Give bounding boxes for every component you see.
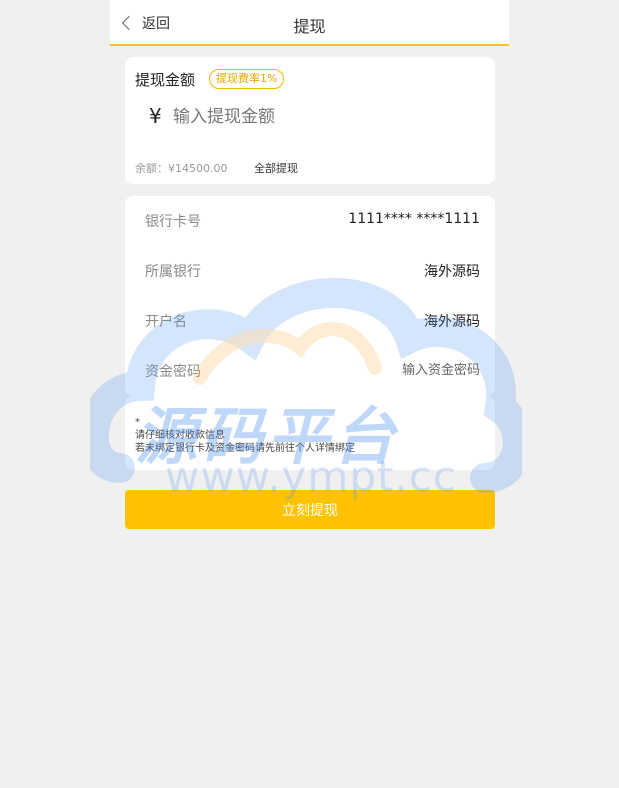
- fund-password-input[interactable]: [280, 358, 480, 382]
- bank-name-value: 海外源码: [424, 264, 480, 280]
- bank-card-number-value: 1111**** ****1111: [348, 211, 480, 227]
- notes-card: * 请仔细核对收款信息 若未绑定银行卡及资金密码请先前往个人详情绑定: [125, 396, 495, 470]
- account-holder-value: 海外源码: [424, 314, 480, 330]
- note-line-verify: 请仔细核对收款信息: [135, 430, 225, 441]
- withdraw-now-button[interactable]: 立刻提现: [125, 490, 495, 529]
- page-title: 提现: [293, 17, 326, 36]
- withdraw-amount-card: 提现金额 提现费率1% ¥ 余额：¥14500.00 全部提现: [125, 57, 495, 184]
- yen-icon: ¥: [149, 104, 162, 128]
- bank-name-label: 所属银行: [145, 264, 201, 280]
- account-holder-label: 开户名: [145, 314, 187, 330]
- note-asterisk: *: [135, 417, 140, 428]
- fee-rate-badge: 提现费率1%: [209, 69, 285, 89]
- withdraw-all-button[interactable]: 全部提现: [254, 160, 298, 176]
- balance-text: 余额：¥14500.00: [135, 162, 228, 175]
- fund-password-row: 资金密码: [125, 346, 495, 396]
- amount-input[interactable]: [173, 102, 473, 132]
- note-line-bind: 若未绑定银行卡及资金密码请先前往个人详情绑定: [135, 443, 355, 454]
- phone-frame: 返回 提现 提现金额 提现费率1% ¥ 余额：¥14500.00 全部提现 银行…: [110, 0, 509, 788]
- fund-password-label: 资金密码: [145, 364, 201, 380]
- top-nav-bar: 返回 提现: [110, 0, 509, 46]
- bank-name-row: 所属银行 海外源码: [125, 246, 495, 296]
- bank-info-card: 银行卡号 1111**** ****1111 所属银行 海外源码 开户名 海外源…: [125, 196, 495, 396]
- bank-card-number-label: 银行卡号: [145, 214, 201, 230]
- bank-card-number-row: 银行卡号 1111**** ****1111: [125, 196, 495, 246]
- amount-label: 提现金额: [135, 71, 196, 89]
- account-holder-row: 开户名 海外源码: [125, 296, 495, 346]
